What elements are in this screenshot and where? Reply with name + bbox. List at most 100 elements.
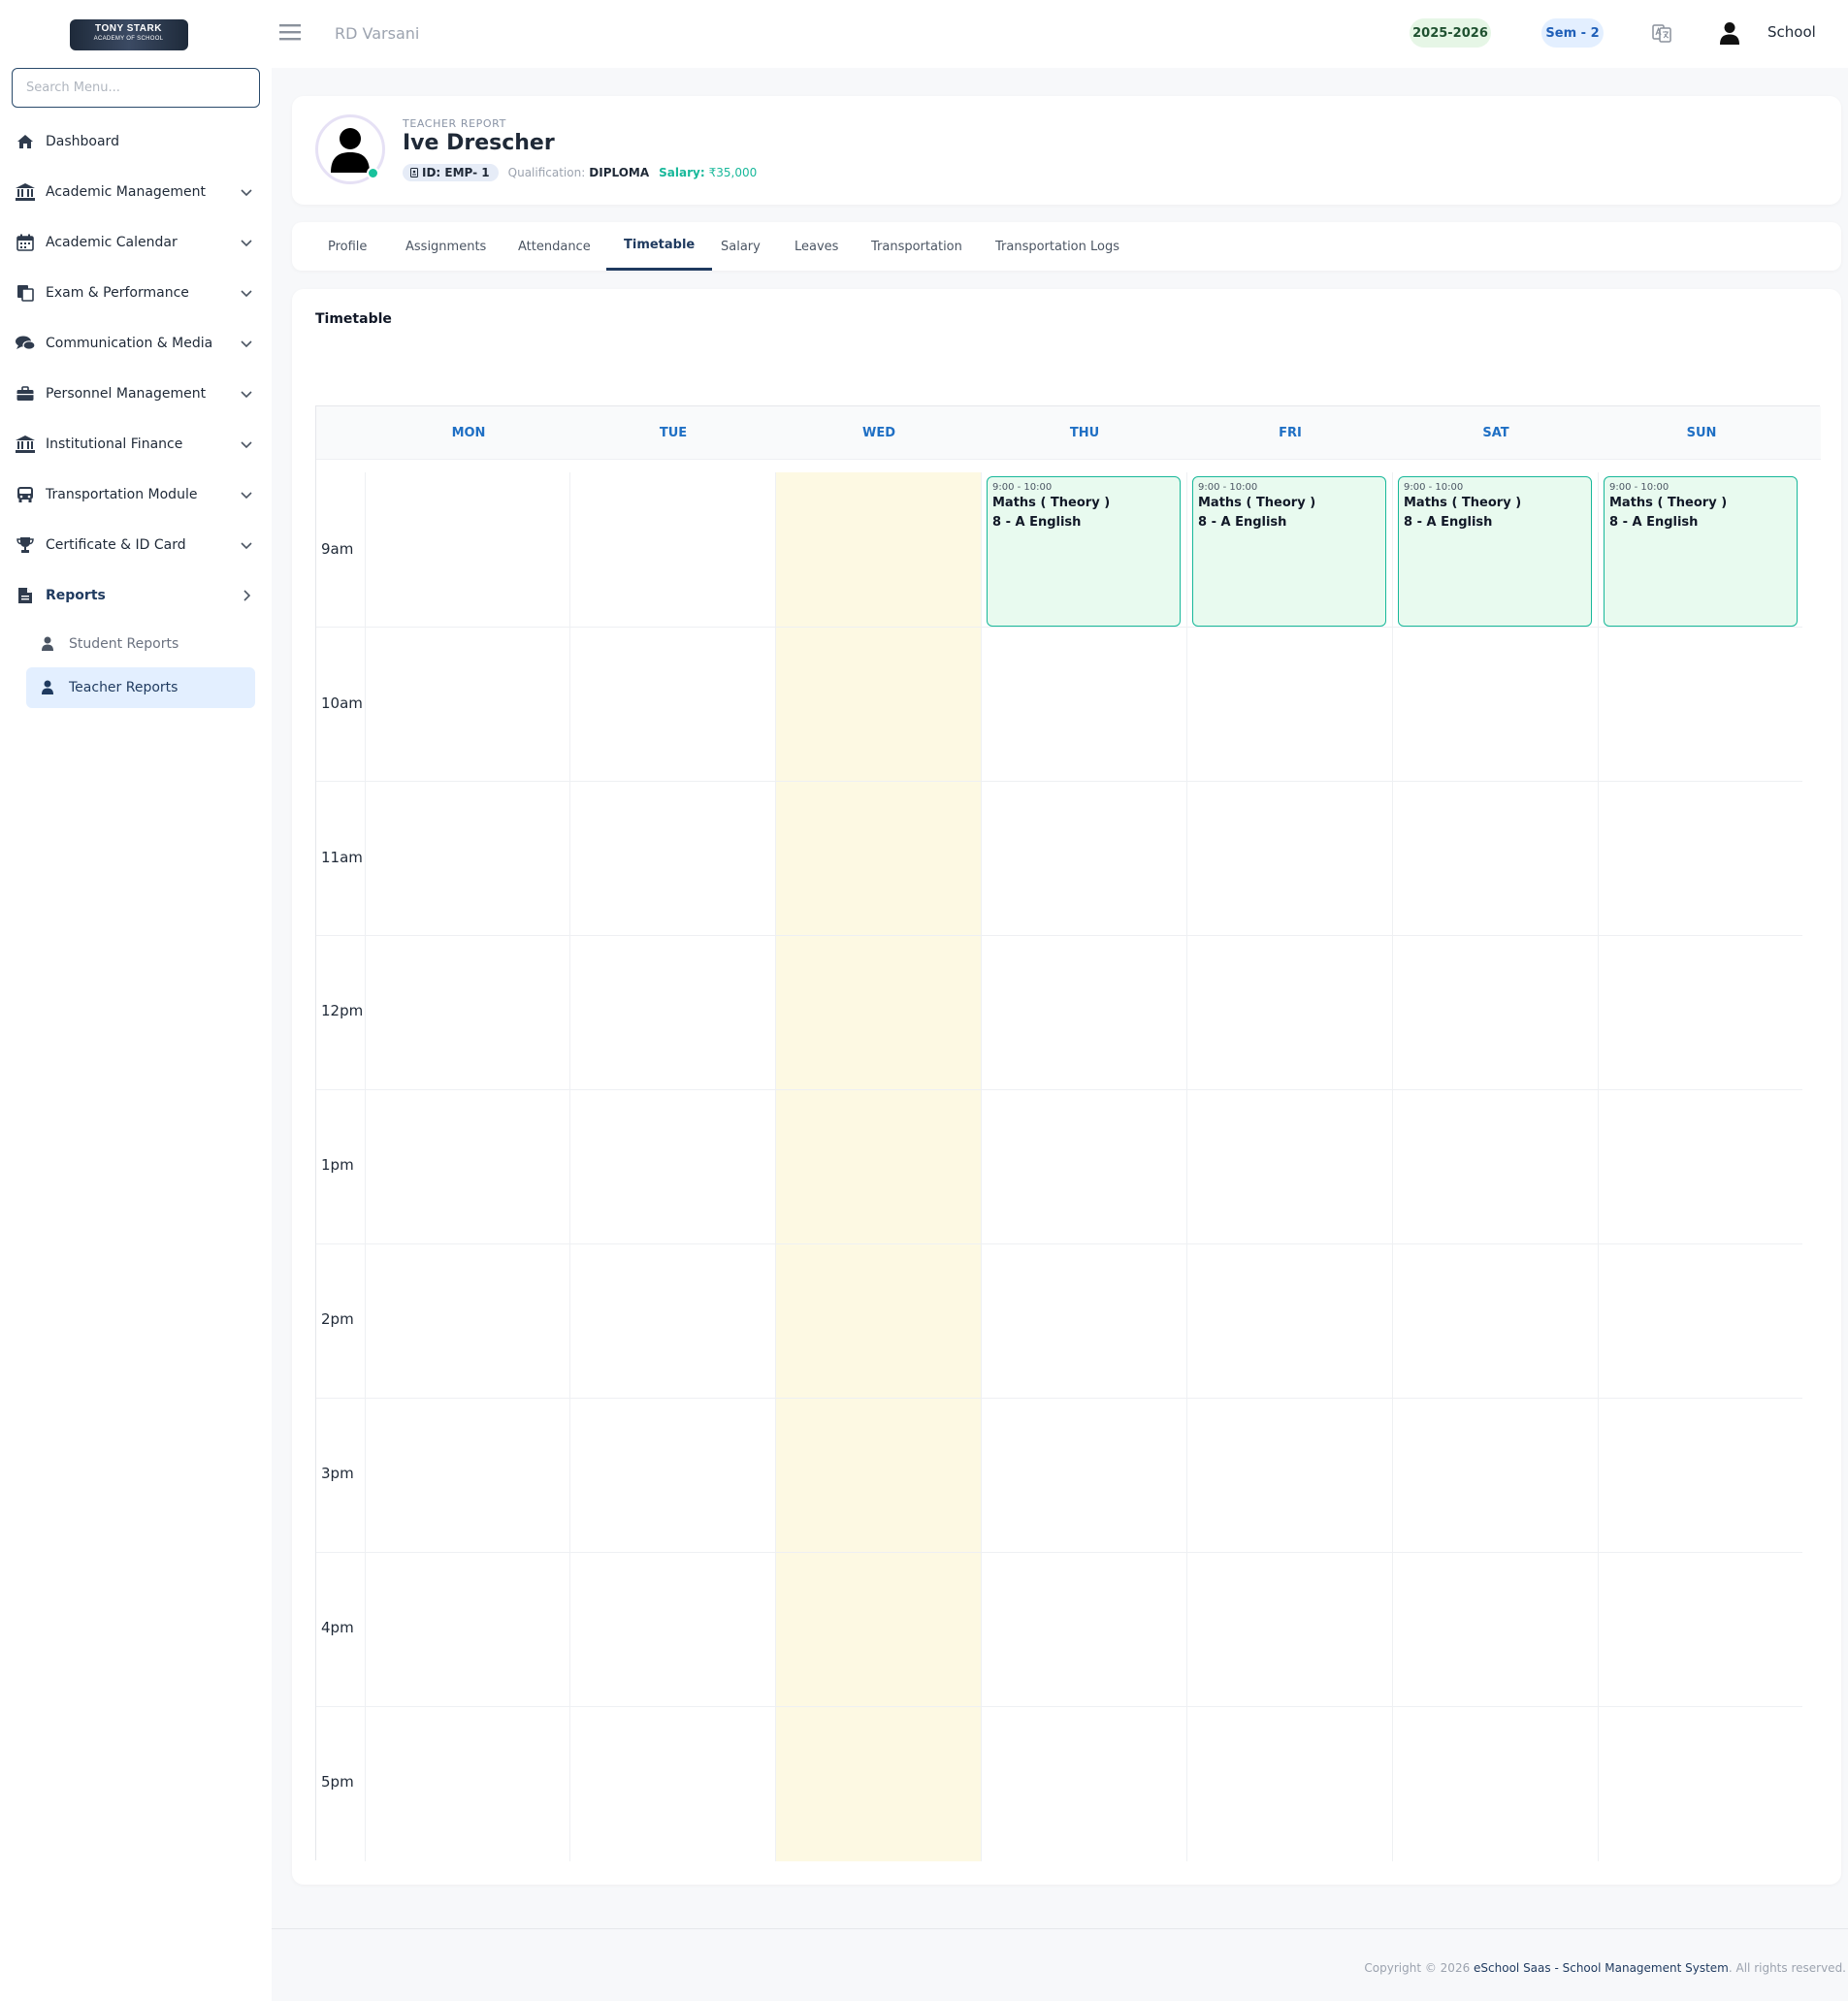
sidebar-subitem-student-reports[interactable]: Student Reports: [26, 624, 255, 664]
timetable-card: Timetable MON TUE WED THU FRI SAT SUN 9a…: [292, 289, 1841, 1885]
salary-label: Salary:: [659, 166, 705, 179]
sidebar-item-label: Academic Calendar: [46, 235, 178, 250]
sidebar-item-academic-calendar[interactable]: Academic Calendar: [0, 217, 272, 268]
sidebar-item-label: Communication & Media: [46, 336, 213, 351]
briefcase-icon: [16, 384, 35, 403]
tab-salary[interactable]: Salary: [721, 222, 761, 271]
sidebar-item-certificate-id-card[interactable]: Certificate & ID Card: [0, 520, 272, 570]
day-header-mon: MON: [451, 426, 486, 440]
report-kicker: TEACHER REPORT: [403, 117, 506, 130]
qualification-label: Qualification:: [507, 166, 586, 179]
event-class: 8 - A English: [1198, 515, 1287, 530]
tab-profile[interactable]: Profile: [328, 222, 367, 271]
sidebar-item-label: Academic Management: [46, 184, 207, 200]
footer: Copyright © 2026 eSchool Saas - School M…: [272, 1928, 1848, 2001]
sidebar-item-dashboard[interactable]: Dashboard: [0, 116, 272, 167]
tab-transportation-logs[interactable]: Transportation Logs: [995, 222, 1119, 271]
time-slot-label: 9am: [321, 540, 354, 558]
sidebar-item-label: Transportation Module: [46, 487, 198, 502]
time-slot-label: 3pm: [321, 1465, 354, 1482]
sidebar: TONY STARK ACADEMY OF SCHOOL Dashboard A…: [0, 0, 272, 2001]
copyright-suffix: . All rights reserved.: [1728, 1961, 1846, 1975]
chevron-down-icon: [241, 492, 252, 500]
timetable-event-sat[interactable]: 9:00 - 10:00 Maths ( Theory ) 8 - A Engl…: [1398, 476, 1592, 627]
sidebar-item-institutional-finance[interactable]: Institutional Finance: [0, 419, 272, 469]
institution-icon: [16, 182, 35, 202]
footer-brand-link[interactable]: eSchool Saas - School Management System: [1474, 1961, 1729, 1975]
school-logo[interactable]: TONY STARK ACADEMY OF SCHOOL: [68, 17, 189, 52]
time-slot-label: 11am: [321, 849, 363, 866]
timetable-event-fri[interactable]: 9:00 - 10:00 Maths ( Theory ) 8 - A Engl…: [1192, 476, 1386, 627]
chevron-down-icon: [241, 290, 252, 298]
file-icon: [16, 586, 35, 605]
semester-badge[interactable]: Sem - 2: [1541, 18, 1604, 48]
today-column-highlight: [775, 472, 981, 1861]
tab-transportation[interactable]: Transportation: [871, 222, 962, 271]
event-class: 8 - A English: [992, 515, 1082, 530]
language-icon[interactable]: [1651, 22, 1672, 44]
copy-icon: [16, 283, 35, 303]
comments-icon: [16, 334, 35, 353]
sidebar-item-label: Certificate & ID Card: [46, 537, 186, 553]
weekly-calendar: MON TUE WED THU FRI SAT SUN 9am 10am 11a…: [315, 405, 1821, 1861]
event-class: 8 - A English: [1404, 515, 1493, 530]
sidebar-item-academic-management[interactable]: Academic Management: [0, 167, 272, 217]
online-status-dot: [367, 167, 379, 179]
tab-attendance[interactable]: Attendance: [518, 222, 591, 271]
employee-id-badge: ID: EMP- 1: [403, 164, 499, 181]
employee-id: ID: EMP- 1: [422, 166, 490, 179]
sidebar-item-label: Personnel Management: [46, 386, 207, 402]
tab-assignments[interactable]: Assignments: [405, 222, 486, 271]
chevron-right-icon: [243, 590, 251, 601]
teacher-profile-header: TEACHER REPORT Ive Drescher ID: EMP- 1 Q…: [292, 96, 1841, 205]
day-header-fri: FRI: [1279, 426, 1302, 440]
chevron-down-icon: [241, 542, 252, 550]
sidebar-item-transportation-module[interactable]: Transportation Module: [0, 469, 272, 520]
day-header-thu: THU: [1069, 426, 1100, 440]
user-icon: [42, 680, 55, 695]
session-badge[interactable]: 2025-2026: [1410, 18, 1491, 48]
day-header-sat: SAT: [1482, 426, 1509, 440]
sidebar-subitem-teacher-reports[interactable]: Teacher Reports: [26, 667, 255, 708]
sidebar-item-exam-performance[interactable]: Exam & Performance: [0, 268, 272, 318]
user-name[interactable]: School: [1767, 23, 1816, 41]
time-slot-label: 12pm: [321, 1002, 364, 1019]
calendar-header: MON TUE WED THU FRI SAT SUN: [316, 406, 1821, 460]
sidebar-item-communication-media[interactable]: Communication & Media: [0, 318, 272, 369]
chevron-down-icon: [241, 240, 252, 247]
chevron-down-icon: [241, 441, 252, 449]
timetable-event-sun[interactable]: 9:00 - 10:00 Maths ( Theory ) 8 - A Engl…: [1604, 476, 1798, 627]
home-icon: [16, 132, 35, 151]
sidebar-item-reports[interactable]: Reports: [0, 570, 272, 621]
topbar: RD Varsani 2025-2026 Sem - 2 School: [272, 0, 1848, 68]
calendar-grid: 9am 10am 11am 12pm 1pm 2pm 3pm 4pm 5pm 9…: [316, 472, 1802, 1861]
day-header-tue: TUE: [659, 426, 688, 440]
copyright-prefix: Copyright © 2026: [1364, 1961, 1475, 1975]
event-time: 9:00 - 10:00: [1609, 482, 1670, 493]
sidebar-item-personnel-management[interactable]: Personnel Management: [0, 369, 272, 419]
event-subject: Maths ( Theory ): [1404, 496, 1522, 510]
sidebar-item-label: Institutional Finance: [46, 436, 183, 452]
hamburger-menu-icon[interactable]: [279, 22, 301, 42]
user-icon: [331, 128, 370, 173]
school-name: RD Varsani: [335, 24, 420, 43]
event-time: 9:00 - 10:00: [992, 482, 1053, 493]
event-subject: Maths ( Theory ): [992, 496, 1111, 510]
timetable-event-thu[interactable]: 9:00 - 10:00 Maths ( Theory ) 8 - A Engl…: [987, 476, 1181, 627]
sidebar-subitem-label: Teacher Reports: [69, 680, 178, 695]
user-icon[interactable]: [1720, 21, 1739, 45]
event-time: 9:00 - 10:00: [1404, 482, 1464, 493]
tab-leaves[interactable]: Leaves: [794, 222, 838, 271]
chevron-down-icon: [241, 391, 252, 399]
search-menu-input[interactable]: [12, 68, 260, 108]
chevron-down-icon: [241, 340, 252, 348]
time-slot-label: 4pm: [321, 1619, 354, 1636]
institution-icon: [16, 435, 35, 454]
time-slot-label: 2pm: [321, 1310, 354, 1328]
id-card-icon: [410, 168, 418, 178]
event-time: 9:00 - 10:00: [1198, 482, 1258, 493]
chevron-down-icon: [241, 189, 252, 197]
tab-timetable[interactable]: Timetable: [606, 222, 713, 271]
calendar-icon: [16, 233, 35, 252]
sidebar-subitem-label: Student Reports: [69, 636, 179, 652]
